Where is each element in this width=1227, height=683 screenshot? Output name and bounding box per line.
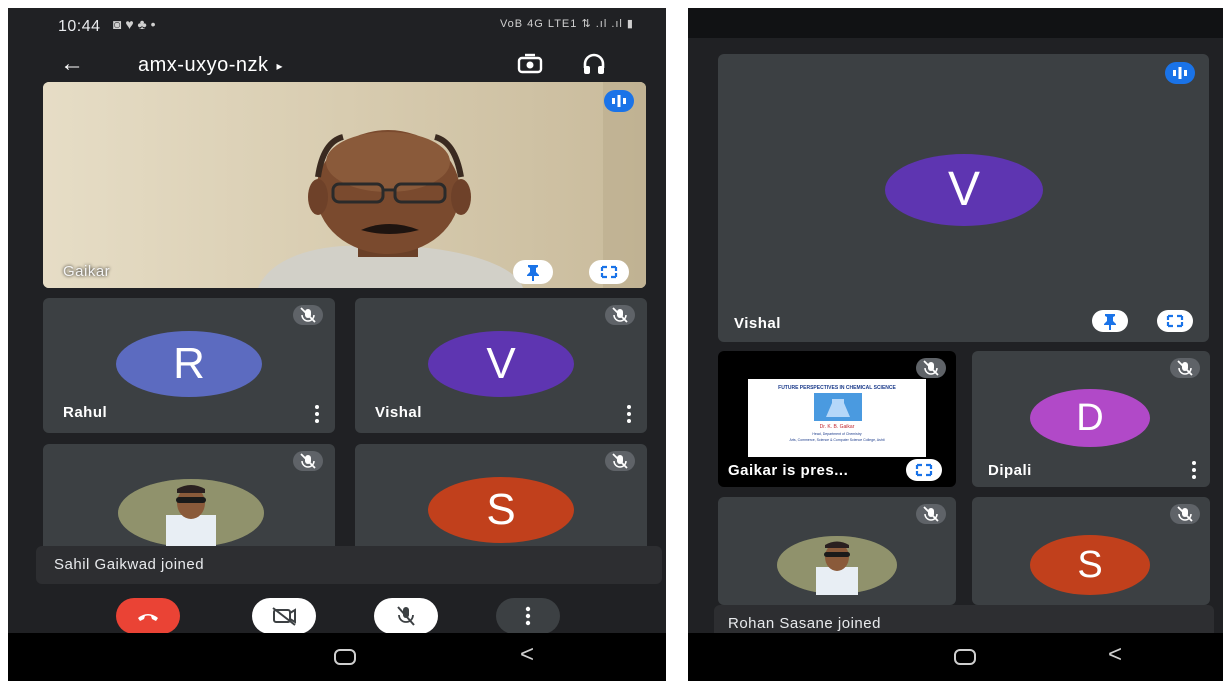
fullscreen-button[interactable] [906, 459, 942, 481]
speaking-icon [604, 90, 634, 112]
participant-tile[interactable]: D Dipali [972, 351, 1210, 487]
avatar: V [885, 154, 1043, 226]
fullscreen-button[interactable] [1157, 310, 1193, 332]
profile-photo [777, 536, 897, 595]
main-participant-tile[interactable]: V Vishal [718, 54, 1209, 342]
android-nav-bar: < [8, 633, 666, 681]
fullscreen-button[interactable] [589, 260, 629, 284]
fullscreen-icon [600, 265, 618, 279]
profile-photo [118, 479, 264, 547]
slide-line: Head, Department of Chemistry [812, 432, 862, 436]
speaking-icon [1165, 62, 1195, 84]
more-options-icon[interactable] [313, 405, 321, 423]
mic-off-icon [916, 504, 946, 524]
pin-icon [527, 265, 539, 281]
presentation-slide: FUTURE PERSPECTIVES IN CHEMICAL SCIENCE … [748, 379, 926, 457]
switch-camera-icon[interactable] [516, 50, 544, 78]
back-icon[interactable]: < [1108, 641, 1122, 669]
more-options-icon [525, 606, 531, 626]
mic-off-icon [293, 451, 323, 471]
fullscreen-icon [1166, 314, 1184, 328]
join-notification: Sahil Gaikwad joined [36, 546, 662, 584]
pin-button[interactable] [513, 260, 553, 284]
pin-icon [1104, 314, 1116, 330]
mic-off-icon [293, 305, 323, 325]
mic-off-icon [605, 305, 635, 325]
notification-icons: ◙ ♥ ♣ • [113, 16, 156, 32]
participant-tile[interactable] [43, 444, 335, 552]
mic-off-icon [1170, 358, 1200, 378]
signal-icons: VoB 4G LTE1 ⇅ .ıl .ıl ▮ [499, 18, 634, 30]
slide-author: Dr. K. B. Gaikar [819, 424, 855, 430]
more-options-icon[interactable] [625, 405, 633, 423]
fullscreen-icon [915, 463, 933, 477]
join-notification-text: Sahil Gaikwad joined [54, 556, 205, 573]
camera-off-icon [272, 607, 296, 626]
avatar: S [428, 477, 574, 543]
more-options-button[interactable] [496, 598, 560, 634]
end-call-button[interactable] [116, 598, 180, 634]
back-icon[interactable]: < [520, 641, 534, 669]
mic-off-icon [605, 451, 635, 471]
participant-name: Dipali [988, 462, 1032, 479]
android-nav-bar: < [688, 633, 1223, 681]
avatar: R [116, 331, 262, 397]
slide-line: Arts, Commerce, Science & Computer Scien… [789, 438, 885, 442]
participant-tile[interactable]: V Vishal [355, 298, 647, 433]
participant-tile[interactable] [718, 497, 956, 605]
mic-off-icon [916, 358, 946, 378]
presenting-label: Gaikar is pres... [728, 462, 849, 479]
video-feed-image [43, 82, 646, 288]
participant-tile[interactable]: R Rahul [43, 298, 335, 433]
status-bar [688, 8, 1223, 38]
avatar: D [1030, 389, 1150, 447]
status-bar: 10:44 ◙ ♥ ♣ • VoB 4G LTE1 ⇅ .ıl .ıl ▮ [8, 8, 666, 44]
slide-title: FUTURE PERSPECTIVES IN CHEMICAL SCIENCE [778, 385, 896, 391]
home-icon[interactable] [954, 649, 976, 665]
participant-name: Vishal [734, 315, 781, 332]
meeting-code[interactable]: amx-uxyo-nzk ▸ [138, 54, 283, 77]
slide-image [814, 393, 862, 421]
camera-toggle-button[interactable] [252, 598, 316, 634]
mic-off-icon [1170, 504, 1200, 524]
avatar: S [1030, 535, 1150, 595]
phone-screen-2: V Vishal FUTURE PERSPECTIVES IN CHEMICAL… [688, 8, 1223, 681]
pin-button[interactable] [1092, 310, 1128, 332]
main-video-tile[interactable]: Gaikar [43, 82, 646, 288]
participant-name: Vishal [375, 404, 422, 421]
end-call-icon [138, 614, 158, 621]
home-icon[interactable] [334, 649, 356, 665]
participant-name: Rahul [63, 404, 108, 421]
status-time: 10:44 [58, 18, 101, 35]
caret-right-icon: ▸ [276, 58, 284, 73]
presentation-tile[interactable]: FUTURE PERSPECTIVES IN CHEMICAL SCIENCE … [718, 351, 956, 487]
more-options-icon[interactable] [1190, 461, 1198, 479]
avatar: V [428, 331, 574, 397]
mic-toggle-button[interactable] [374, 598, 438, 634]
participant-tile[interactable]: S [972, 497, 1210, 605]
mic-off-icon [397, 606, 415, 626]
phone-screen-1: 10:44 ◙ ♥ ♣ • VoB 4G LTE1 ⇅ .ıl .ıl ▮ ← … [8, 8, 666, 681]
participant-tile[interactable]: S [355, 444, 647, 552]
participant-name: Gaikar [63, 263, 111, 280]
join-notification-text: Rohan Sasane joined [728, 615, 881, 632]
headphones-icon[interactable] [580, 50, 608, 78]
back-arrow-icon[interactable]: ← [60, 50, 84, 78]
